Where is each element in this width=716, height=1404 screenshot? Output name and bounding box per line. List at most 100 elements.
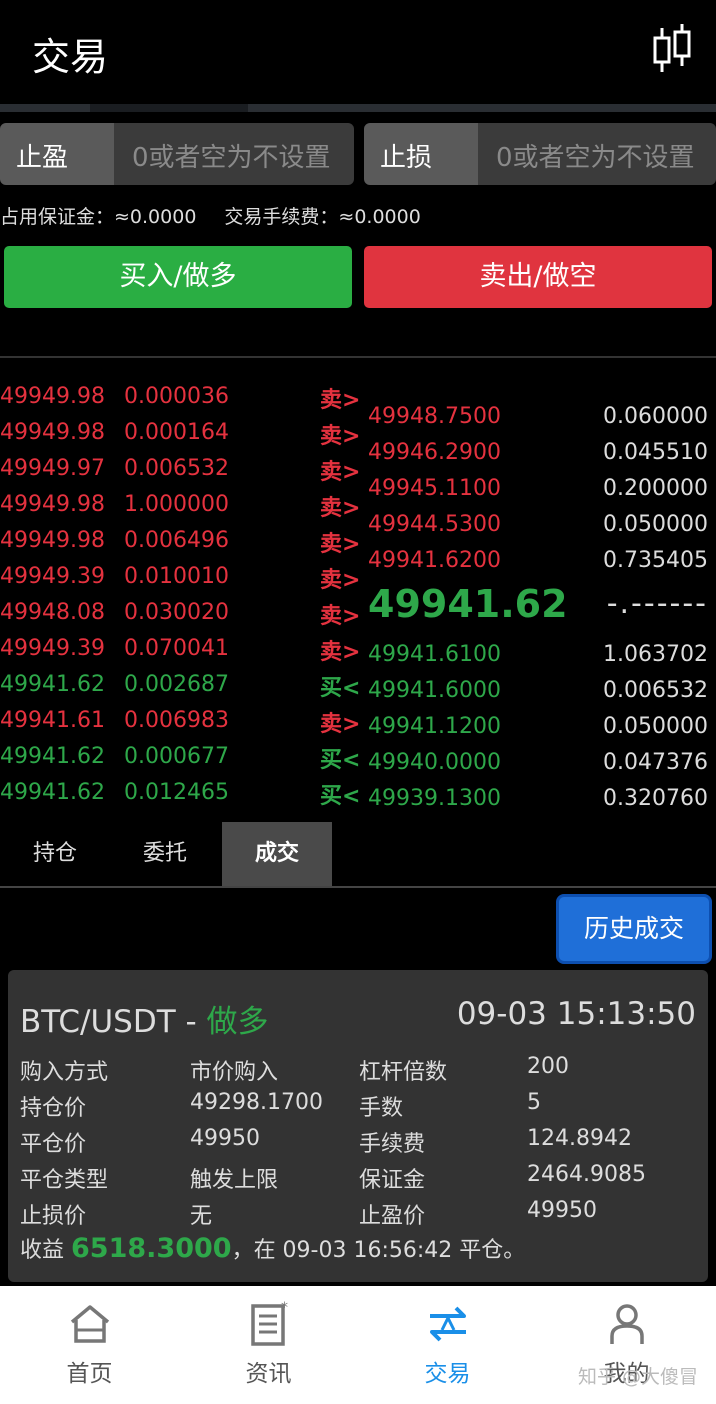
trade-row: 49949.39 0.010010 卖> bbox=[0, 560, 362, 596]
book-qty: 0.320760 bbox=[603, 786, 708, 811]
detail-label: 止盈价 bbox=[359, 1204, 426, 1229]
ask-row[interactable]: 49945.1100 0.200000 bbox=[368, 472, 716, 508]
detail-row: 止损价 无 止盈价 49950 bbox=[20, 1196, 696, 1232]
detail-row: 平仓价 49950 手续费 124.8942 bbox=[20, 1124, 696, 1160]
mode-tab-strip bbox=[0, 104, 716, 112]
tab-orders[interactable]: 委托 bbox=[110, 822, 220, 886]
last-price: 49941.62 bbox=[368, 582, 568, 626]
trade-side: 买< bbox=[320, 784, 361, 809]
candlestick-icon[interactable] bbox=[650, 22, 694, 78]
trade-price: 49941.62 bbox=[0, 672, 105, 697]
last-price-row: 49941.62 -.------ bbox=[368, 580, 716, 638]
trade-row: 49949.98 0.000164 卖> bbox=[0, 416, 362, 452]
detail-value: 200 bbox=[527, 1054, 569, 1079]
detail-value: 49950 bbox=[527, 1198, 597, 1223]
trade-side: 卖> bbox=[320, 532, 361, 557]
ask-row[interactable]: 49941.6200 0.735405 bbox=[368, 544, 716, 580]
detail-label: 平仓类型 bbox=[20, 1168, 109, 1193]
app-header: 交易 bbox=[0, 0, 716, 104]
stop-loss-input[interactable]: 0或者空为不设置 bbox=[478, 123, 716, 185]
margin-used: 占用保证金：≈0.0000 bbox=[0, 206, 197, 228]
book-price: 49948.7500 bbox=[368, 404, 501, 429]
profit-value: 6518.3000 bbox=[71, 1233, 232, 1264]
detail-value: 无 bbox=[190, 1204, 213, 1229]
book-qty: 0.200000 bbox=[603, 476, 708, 501]
news-icon: * bbox=[250, 1300, 288, 1346]
last-price-change: -.------ bbox=[606, 586, 708, 621]
detail-value: 市价购入 bbox=[190, 1060, 279, 1085]
trade-side: 买< bbox=[320, 748, 361, 773]
bid-row[interactable]: 49941.6100 1.063702 bbox=[368, 638, 716, 674]
trade-row: 49949.98 0.006496 卖> bbox=[0, 524, 362, 560]
watermark: 知乎 @大傻冒 bbox=[577, 1366, 698, 1388]
trade-row: 49941.62 0.002687 买< bbox=[0, 668, 362, 704]
position-tabs: 持仓 委托 成交 bbox=[0, 822, 716, 888]
trade-side: 卖> bbox=[320, 496, 361, 521]
ask-row[interactable]: 49948.7500 0.060000 bbox=[368, 400, 716, 436]
profit-suffix: ，在 09-03 16:56:42 平仓。 bbox=[231, 1238, 526, 1263]
trade-qty: 0.006496 bbox=[124, 528, 229, 553]
trade-row: 49941.62 0.000677 买< bbox=[0, 740, 362, 776]
book-qty: 0.047376 bbox=[603, 750, 708, 775]
trade-price: 49949.98 bbox=[0, 384, 105, 409]
book-price: 49941.6100 bbox=[368, 642, 501, 667]
tab-filled[interactable]: 成交 bbox=[222, 822, 332, 886]
take-profit-field: 止盈 0或者空为不设置 bbox=[0, 123, 354, 185]
trade-price: 49949.97 bbox=[0, 456, 105, 481]
trade-qty: 0.002687 bbox=[124, 672, 229, 697]
order-book-bids: 49941.6100 1.063702 49941.6000 0.006532 4994… bbox=[368, 638, 716, 818]
trade-price: 49941.62 bbox=[0, 744, 105, 769]
stop-loss-label: 止损 bbox=[364, 123, 478, 185]
trade-pair: BTC/USDT - 做多 bbox=[20, 996, 269, 1041]
bid-row[interactable]: 49939.1300 0.320760 bbox=[368, 782, 716, 818]
home-icon bbox=[70, 1305, 109, 1343]
trade-price: 49949.98 bbox=[0, 420, 105, 445]
nav-home[interactable]: 首页 bbox=[0, 1286, 179, 1404]
nav-news[interactable]: * 资讯 bbox=[179, 1286, 358, 1404]
trade-qty: 0.012465 bbox=[124, 780, 229, 805]
trade-side: 卖> bbox=[320, 460, 361, 485]
book-qty: 0.735405 bbox=[603, 548, 708, 573]
trade-row: 49948.08 0.030020 卖> bbox=[0, 596, 362, 632]
book-qty: 1.063702 bbox=[603, 642, 708, 667]
book-qty: 0.050000 bbox=[603, 512, 708, 537]
nav-trade[interactable]: 交易 bbox=[358, 1286, 537, 1404]
trade-qty: 0.000036 bbox=[124, 384, 229, 409]
trade-card: BTC/USDT - 做多 09-03 15:13:50 购入方式 市价购入 杠杆倍… bbox=[8, 970, 708, 1282]
trade-side: 卖> bbox=[320, 424, 361, 449]
pair-name: BTC/USDT - bbox=[20, 1004, 207, 1040]
order-book-asks: 49948.7500 0.060000 49946.2900 0.045510 4994… bbox=[368, 400, 716, 580]
tab-positions[interactable]: 持仓 bbox=[0, 822, 110, 886]
book-price: 49939.1300 bbox=[368, 786, 501, 811]
detail-value: 49298.1700 bbox=[190, 1090, 323, 1115]
trade-row: 49949.39 0.070041 卖> bbox=[0, 632, 362, 668]
ask-row[interactable]: 49946.2900 0.045510 bbox=[368, 436, 716, 472]
divider bbox=[0, 356, 716, 358]
buy-long-button[interactable]: 买入/做多 bbox=[4, 246, 352, 308]
detail-value: 124.8942 bbox=[527, 1126, 632, 1151]
take-profit-input[interactable]: 0或者空为不设置 bbox=[114, 123, 354, 185]
book-price: 49946.2900 bbox=[368, 440, 501, 465]
bid-row[interactable]: 49940.0000 0.047376 bbox=[368, 746, 716, 782]
bid-row[interactable]: 49941.6000 0.006532 bbox=[368, 674, 716, 710]
book-price: 49945.1100 bbox=[368, 476, 501, 501]
trade-row: 49941.61 0.006983 卖> bbox=[0, 704, 362, 740]
margin-info: 占用保证金：≈0.0000 交易手续费：≈0.0000 bbox=[0, 202, 449, 229]
ask-row[interactable]: 49944.5300 0.050000 bbox=[368, 508, 716, 544]
mode-tab-indicator bbox=[90, 104, 248, 112]
sell-short-button[interactable]: 卖出/做空 bbox=[364, 246, 712, 308]
book-price: 49941.1200 bbox=[368, 714, 501, 739]
trade-side: 卖> bbox=[320, 640, 361, 665]
trade-qty: 0.000677 bbox=[124, 744, 229, 769]
detail-row: 平仓类型 触发上限 保证金 2464.9085 bbox=[20, 1160, 696, 1196]
book-price: 49941.6200 bbox=[368, 548, 501, 573]
history-trades-button[interactable]: 历史成交 bbox=[556, 894, 712, 964]
trade-qty: 0.006983 bbox=[124, 708, 229, 733]
order-book: 49948.7500 0.060000 49946.2900 0.045510 4994… bbox=[368, 400, 716, 818]
trade-side: 做多 bbox=[206, 1004, 269, 1040]
trade-price: 49949.39 bbox=[0, 564, 105, 589]
detail-label: 购入方式 bbox=[20, 1060, 109, 1085]
trade-side: 买< bbox=[320, 676, 361, 701]
detail-row: 持仓价 49298.1700 手数 5 bbox=[20, 1088, 696, 1124]
bid-row[interactable]: 49941.1200 0.050000 bbox=[368, 710, 716, 746]
